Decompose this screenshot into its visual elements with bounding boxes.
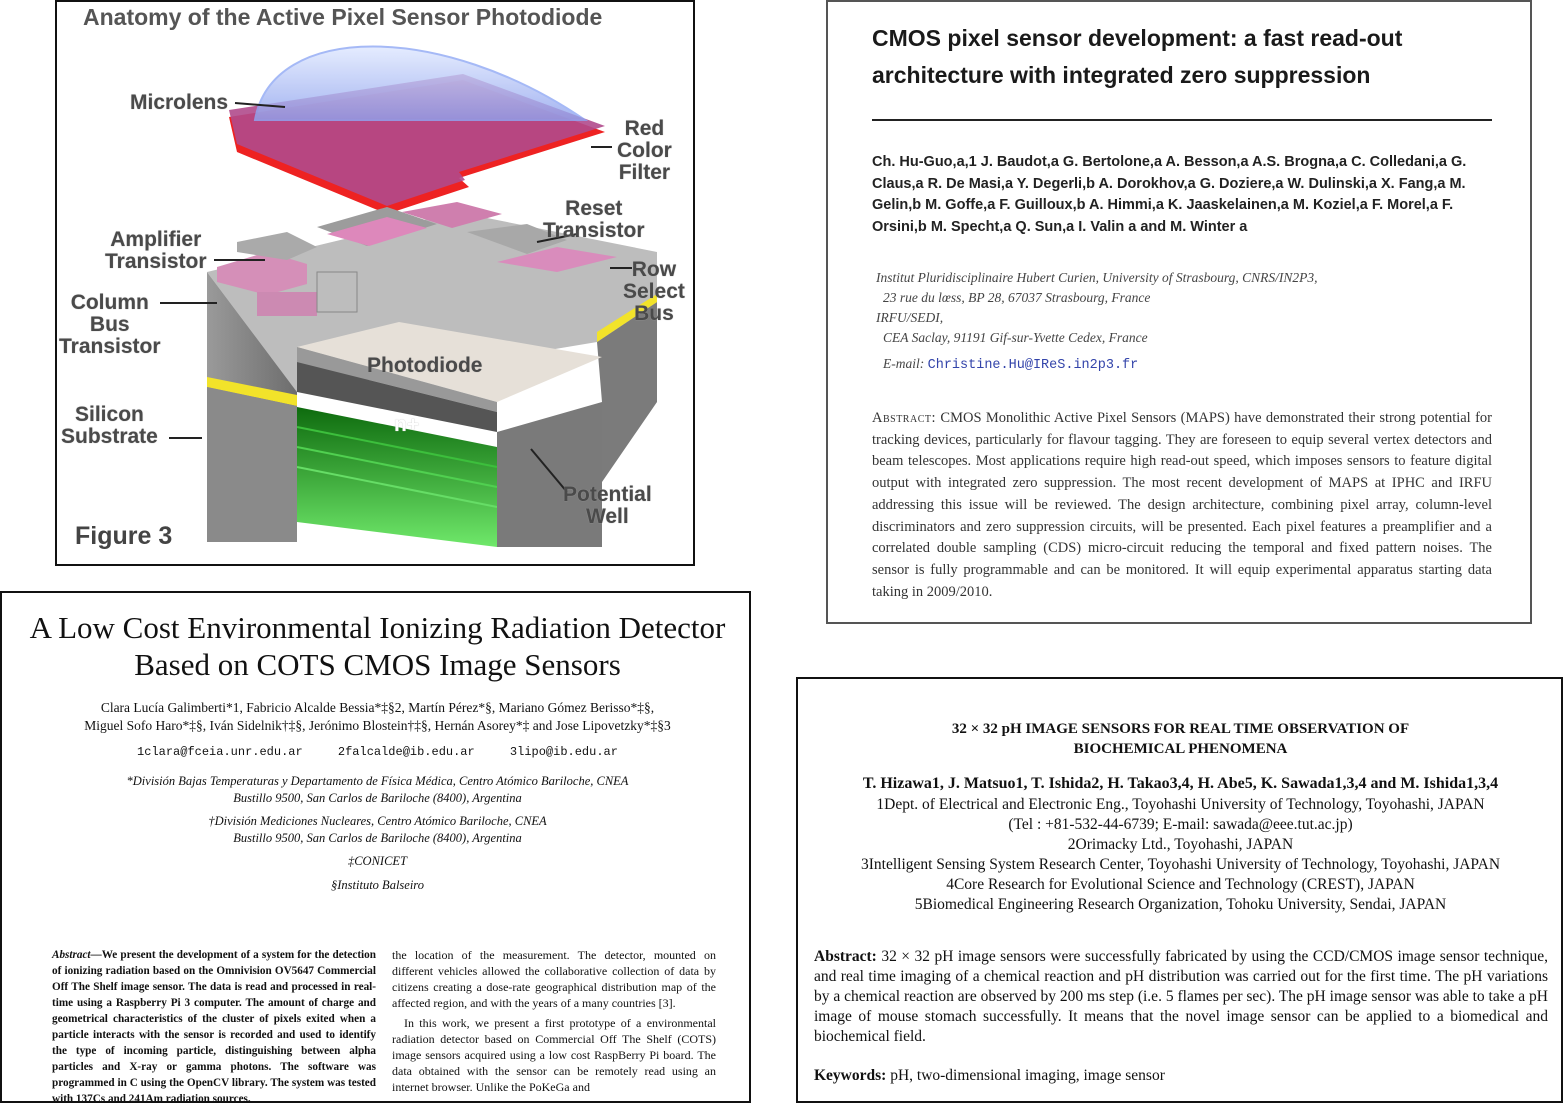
ph-sensor-paper-page: 32 × 32 pH IMAGE SENSORS FOR REAL TIME O…: [796, 677, 1563, 1103]
paper-title: A Low Cost Environmental Ionizing Radiat…: [29, 610, 726, 682]
affiliations: 1Dept. of Electrical and Electronic Eng.…: [818, 795, 1543, 915]
affiliation-4: §Instituto Balseiro: [331, 878, 424, 892]
affiliation-1-line2: Bustillo 9500, San Carlos de Bariloche (…: [233, 791, 522, 805]
pixel-anatomy-figure: Anatomy of the Active Pixel Sensor Photo…: [55, 0, 695, 566]
affiliation-4: 4Core Research for Evolutional Science a…: [946, 876, 1415, 893]
label-row-select-bus: Row Select Bus: [623, 258, 685, 325]
affiliation-a-line1: Institut Pluridisciplinaire Hubert Curie…: [876, 270, 1318, 285]
affiliation-a-line2: 23 rue du lœss, BP 28, 67037 Strasbourg,…: [883, 290, 1151, 305]
label-reset-transistor: Reset Transistor: [543, 197, 645, 242]
title-line1: 32 × 32 pH IMAGE SENSORS FOR REAL TIME O…: [951, 721, 1410, 737]
label-silicon-substrate: Silicon Substrate: [61, 403, 158, 448]
abstract: Abstract: 32 × 32 pH image sensors were …: [814, 947, 1548, 1047]
affiliation-1-line1: *División Bajas Temperaturas y Departame…: [126, 774, 629, 788]
email-link[interactable]: Christine.Hu@IReS.in2p3.fr: [928, 358, 1139, 373]
pixel-anatomy-illustration: [160, 45, 657, 547]
body-column: the location of the measurement. The det…: [392, 947, 716, 1095]
affiliation-3: 3Intelligent Sensing System Research Cen…: [860, 856, 1501, 873]
email-3[interactable]: 3lipo@ib.edu.ar: [510, 745, 618, 759]
paper-title: CMOS pixel sensor development: a fast re…: [872, 25, 1403, 88]
label-amplifier-transistor: Amplifier Transistor: [105, 228, 207, 273]
affiliation-1: *División Bajas Temperaturas y Departame…: [22, 773, 733, 807]
abstract-text: CMOS Monolithic Active Pixel Sensors (MA…: [872, 410, 1493, 600]
label-microlens: Microlens: [130, 91, 229, 114]
author-list: T. Hizawa1, J. Matsuo1, T. Ishida2, H. T…: [862, 775, 1499, 792]
label-column-bus-transistor: Column Bus Transistor: [59, 291, 161, 358]
abstract-label: Abstract: [52, 949, 91, 961]
affiliation-3: ‡CONICET: [347, 854, 408, 868]
email-1[interactable]: 1clara@fceia.unr.edu.ar: [137, 745, 303, 759]
abstract-text: 32 × 32 pH image sensors were successful…: [814, 948, 1549, 1045]
label-n-plus: n+: [394, 413, 420, 436]
paper-title: 32 × 32 pH IMAGE SENSORS FOR REAL TIME O…: [818, 719, 1543, 759]
email-label: E-mail:: [883, 356, 925, 371]
email-2[interactable]: 2falcalde@ib.edu.ar: [338, 745, 475, 759]
affiliation-2: †División Mediciones Nucleares, Centro A…: [22, 813, 733, 847]
affiliations: Institut Pluridisciplinaire Hubert Curie…: [876, 268, 1496, 376]
abstract-label: Abstract:: [814, 948, 877, 965]
abstract-text: —We present the development of a system …: [52, 949, 376, 1103]
affiliation-b-line2: CEA Saclay, 91191 Gif-sur-Yvette Cedex, …: [883, 330, 1148, 345]
figure-caption: Figure 3: [75, 522, 173, 550]
email-line: E-mail: Christine.Hu@IReS.in2p3.fr: [876, 354, 1496, 376]
authors-line2: Miguel Sofo Haro*‡§, Iván Sidelnik†‡§, J…: [84, 718, 671, 733]
figure-title: Anatomy of the Active Pixel Sensor Photo…: [83, 4, 603, 30]
affiliation-5: 5Biomedical Engineering Research Organiz…: [914, 896, 1447, 913]
abstract-label: Abstract:: [872, 410, 937, 426]
affiliation-2: 2Orimacky Ltd., Toyohashi, JAPAN: [1067, 836, 1294, 853]
affiliation-b-line1: IRFU/SEDI,: [876, 310, 944, 325]
label-photodiode: Photodiode: [367, 354, 483, 377]
title-line2: BIOCHEMICAL PHENOMENA: [1073, 741, 1288, 757]
body-paragraph-2: In this work, we present a first prototy…: [392, 1016, 716, 1094]
abstract: Abstract: CMOS Monolithic Active Pixel S…: [872, 408, 1492, 603]
cots-paper-page: A Low Cost Environmental Ionizing Radiat…: [0, 591, 751, 1103]
label-potential-well: Potential Well: [563, 483, 652, 528]
affiliation-1-contact: (Tel : +81-532-44-6739; E-mail: sawada@e…: [1008, 816, 1353, 833]
label-red-color-filter: Red Color Filter: [617, 117, 672, 184]
authors-line1: Clara Lucía Galimberti*1, Fabricio Alcal…: [100, 700, 655, 715]
affiliation-2-line2: Bustillo 9500, San Carlos de Bariloche (…: [233, 831, 522, 845]
keywords-label: Keywords:: [814, 1067, 887, 1084]
author-list: Ch. Hu-Guo,a,1 J. Baudot,a G. Bertolone,…: [872, 154, 1467, 235]
affiliation-1: 1Dept. of Electrical and Electronic Eng.…: [876, 796, 1485, 813]
author-list: Clara Lucía Galimberti*1, Fabricio Alcal…: [22, 699, 733, 735]
cmos-paper-page: CMOS pixel sensor development: a fast re…: [826, 0, 1532, 624]
affiliation-2-line1: †División Mediciones Nucleares, Centro A…: [208, 814, 547, 828]
title-divider: [872, 119, 1492, 121]
body-paragraph-1: the location of the measurement. The det…: [392, 948, 716, 1010]
email-list: 1clara@fceia.unr.edu.ar 2falcalde@ib.edu…: [22, 745, 733, 759]
abstract-column: Abstract—We present the development of a…: [52, 947, 376, 1103]
keywords-text: pH, two-dimensional imaging, image senso…: [890, 1067, 1165, 1084]
keywords: Keywords: pH, two-dimensional imaging, i…: [814, 1067, 1548, 1085]
